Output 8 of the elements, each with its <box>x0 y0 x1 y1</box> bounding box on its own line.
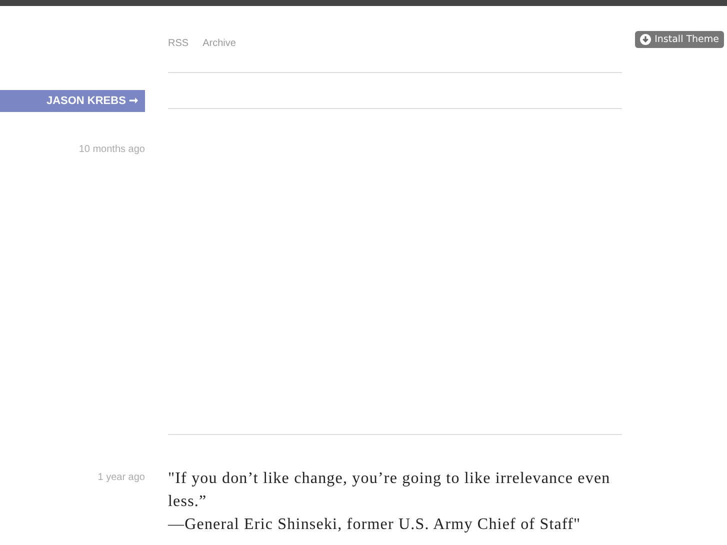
download-icon <box>640 34 651 45</box>
nav-link[interactable]: RSS <box>168 38 189 72</box>
post-time: 10 months ago <box>78 144 145 155</box>
author-link[interactable]: JASON KREBS ➞ <box>0 90 145 112</box>
post-time: 1 year ago <box>98 472 145 483</box>
nav-link[interactable]: Archive <box>202 38 236 72</box>
quote-text: "If you don’t like change, you’re going to like irrelevance even less.” —General Eric Shinseki, former U.S. Army Chief of Staff" <box>168 469 612 535</box>
install-theme-button[interactable]: Install Theme <box>634 31 724 48</box>
